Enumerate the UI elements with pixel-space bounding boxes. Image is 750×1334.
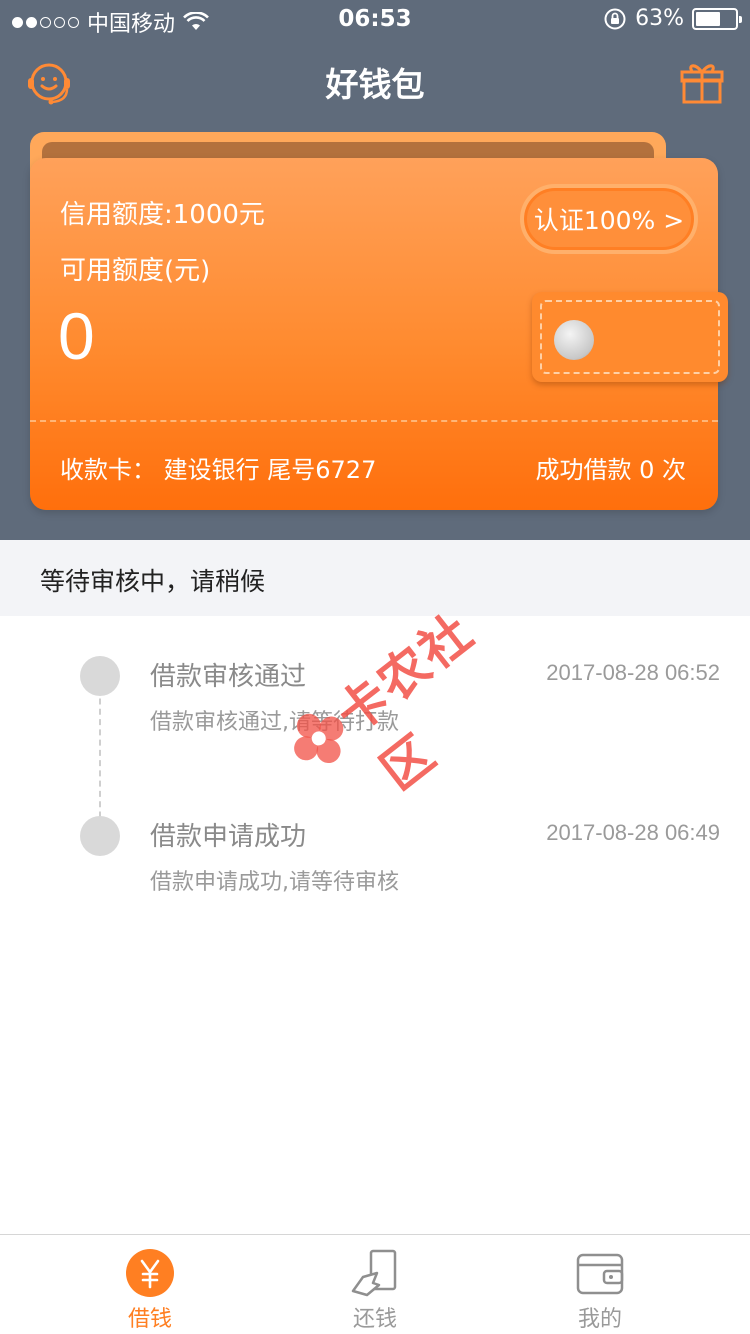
bank-card-info: 收款卡： 建设银行 尾号6727 (60, 456, 377, 484)
page-title: 好钱包 (325, 65, 425, 104)
timeline-time: 2017-08-28 06:49 (546, 820, 720, 845)
gift-icon[interactable] (680, 58, 724, 106)
status-bar: 中国移动 06:53 63% (0, 0, 750, 40)
tab-mine[interactable]: 我的 (525, 1243, 675, 1334)
wallet-clasp (532, 292, 728, 382)
repay-icon (351, 1249, 397, 1297)
timeline-dot (80, 656, 120, 696)
nav-bar: 好钱包 (0, 40, 750, 120)
battery-icon (692, 7, 742, 30)
timeline-dot (80, 816, 120, 856)
available-limit-label: 可用额度(元) (60, 256, 211, 286)
wallet-card: 信用额度:1000元 可用额度(元) 0 认证100% > 收款卡： 建设银行 … (30, 158, 728, 510)
credit-limit: 信用额度:1000元 (60, 200, 265, 230)
tab-bar: 借钱 还钱 我的 (0, 1234, 750, 1334)
tab-label: 借钱 (127, 1307, 172, 1332)
available-limit-value: 0 (58, 299, 95, 373)
tab-label: 我的 (577, 1307, 622, 1332)
review-status-text: 等待审核中，请稍候 (40, 567, 266, 596)
timeline-title: 借款申请成功 (150, 822, 307, 852)
orientation-lock-icon (604, 8, 626, 29)
timeline-subtitle: 借款申请成功,请等待审核 (150, 870, 399, 895)
card-divider (30, 420, 718, 422)
success-loan-count: 成功借款 0 次 (535, 456, 686, 484)
timeline-time: 2017-08-28 06:52 (546, 660, 720, 685)
yen-icon (126, 1249, 174, 1297)
certification-button[interactable]: 认证100% > (520, 184, 698, 254)
clasp-button-icon (554, 320, 594, 360)
wallet-icon (576, 1253, 624, 1295)
tab-borrow[interactable]: 借钱 (75, 1243, 225, 1334)
header-area: 中国移动 06:53 63% 好钱包 信用额度:1000元 可用额度(元) 0 … (0, 0, 750, 540)
battery-percent: 63% (635, 6, 684, 31)
tab-repay[interactable]: 还钱 (300, 1243, 450, 1334)
tab-label: 还钱 (352, 1307, 397, 1332)
status-bar-right: 63% (603, 6, 742, 31)
